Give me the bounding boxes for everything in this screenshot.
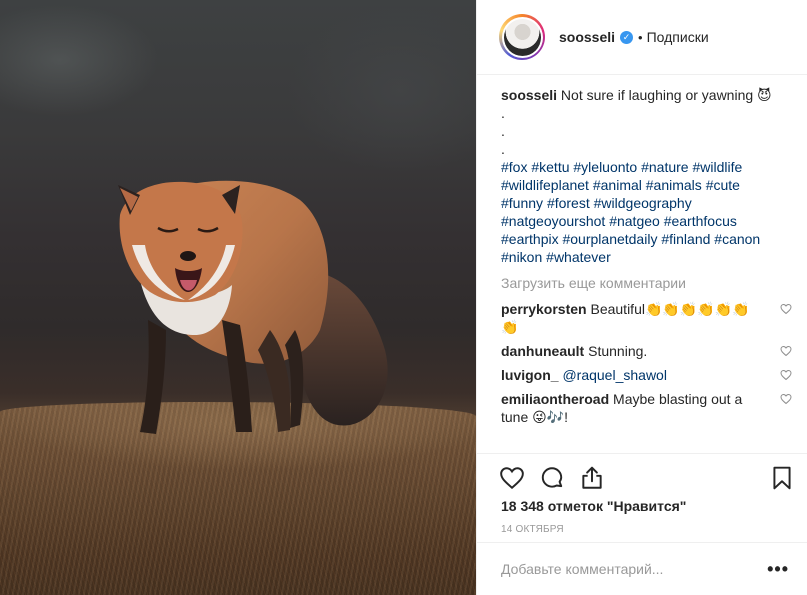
comment-username[interactable]: luvigon_ <box>501 367 559 383</box>
caption-dot: . <box>501 105 505 121</box>
hashtag-link[interactable]: #earthfocus <box>664 213 737 229</box>
likes-count[interactable]: 18 348 отметок "Нравится" <box>501 498 686 514</box>
hashtag-link[interactable]: #cute <box>706 177 740 193</box>
caption-username[interactable]: soosseli <box>501 87 557 103</box>
avatar-image <box>503 18 541 56</box>
comment-username[interactable]: perrykorsten <box>501 301 587 317</box>
hashtag-link[interactable]: #animals <box>646 177 702 193</box>
caption: soosseli Not sure if laughing or yawning… <box>501 86 795 104</box>
hashtag-link[interactable]: #nikon <box>501 249 542 265</box>
header-separator: • <box>638 29 643 45</box>
comment-row: emiliaontheroad Maybe blasting out a tun… <box>501 390 795 426</box>
comment-text: Stunning. <box>588 343 648 359</box>
small-heart-icon[interactable] <box>780 369 792 381</box>
verified-badge-icon: ✓ <box>620 30 634 44</box>
post-actions-bar <box>477 453 807 503</box>
hashtag-link[interactable]: #animal <box>593 177 642 193</box>
heart-icon[interactable] <box>499 465 525 491</box>
post-photo[interactable] <box>0 0 476 595</box>
avatar[interactable] <box>499 14 545 60</box>
hashtag-link[interactable]: #wildgeography <box>594 195 692 211</box>
hashtag-link[interactable]: #yleluonto <box>573 159 637 175</box>
hashtag-link[interactable]: #forest <box>547 195 590 211</box>
caption-hashtags: #fox #kettu #yleluonto #nature #wildlife… <box>501 158 795 266</box>
caption-text: Not sure if laughing or yawning 😈 <box>560 87 772 103</box>
bookmark-icon[interactable] <box>769 465 795 491</box>
add-comment-bar: Добавьте комментарий... ••• <box>477 542 807 595</box>
hashtag-line: #nikon #whatever <box>501 248 795 266</box>
instagram-post: soosseli ✓ • Подписки soosseli Not sure … <box>0 0 807 595</box>
hashtag-line: #natgeoyourshot #natgeo #earthfocus <box>501 212 795 230</box>
hashtag-line: #funny #forest #wildgeography <box>501 194 795 212</box>
caption-dots: . . . <box>501 104 795 158</box>
load-more-comments-button[interactable]: Загрузить еще комментарии <box>501 274 795 292</box>
hashtag-line: #earthpix #ourplanetdaily #finland #cano… <box>501 230 795 248</box>
avatar-border <box>501 16 543 58</box>
comment-username[interactable]: danhuneault <box>501 343 584 359</box>
follow-status-button[interactable]: Подписки <box>647 29 709 45</box>
hashtag-link[interactable]: #finland <box>661 231 710 247</box>
author-username[interactable]: soosseli <box>559 29 615 45</box>
hashtag-link[interactable]: #kettu <box>531 159 569 175</box>
post-header: soosseli ✓ • Подписки <box>477 0 807 75</box>
share-icon[interactable] <box>579 465 605 491</box>
hashtag-link[interactable]: #nature <box>641 159 688 175</box>
hashtag-link[interactable]: #whatever <box>546 249 611 265</box>
hashtag-link[interactable]: #earthpix <box>501 231 559 247</box>
comment-mention-link[interactable]: @raquel_shawol <box>562 367 667 383</box>
hashtag-link[interactable]: #wildlife <box>692 159 742 175</box>
hashtag-link[interactable]: #funny <box>501 195 543 211</box>
hashtag-link[interactable]: #fox <box>501 159 527 175</box>
more-options-icon[interactable]: ••• <box>767 559 789 580</box>
small-heart-icon[interactable] <box>780 345 792 357</box>
comment-row: danhuneault Stunning. <box>501 342 795 360</box>
hashtag-link[interactable]: #wildlifeplanet <box>501 177 589 193</box>
post-date[interactable]: 14 ОКТЯБРЯ <box>501 524 564 535</box>
comment-row: perrykorsten Beautiful👏👏👏👏👏👏👏 <box>501 300 795 336</box>
comments-list[interactable]: soosseli Not sure if laughing or yawning… <box>501 86 795 451</box>
comment-bubble-icon[interactable] <box>539 465 565 491</box>
post-side-panel: soosseli ✓ • Подписки soosseli Not sure … <box>476 0 807 595</box>
hashtag-link[interactable]: #canon <box>714 231 760 247</box>
add-comment-input[interactable]: Добавьте комментарий... <box>501 561 767 577</box>
fox-illustration <box>118 180 388 434</box>
caption-dot: . <box>501 141 505 157</box>
small-heart-icon[interactable] <box>780 393 792 405</box>
hashtag-line: #fox #kettu #yleluonto #nature #wildlife <box>501 158 795 176</box>
caption-dot: . <box>501 123 505 139</box>
hashtag-link[interactable]: #natgeoyourshot <box>501 213 605 229</box>
hashtag-line: #wildlifeplanet #animal #animals #cute <box>501 176 795 194</box>
comment-row: luvigon_ @raquel_shawol <box>501 366 795 384</box>
comment-username[interactable]: emiliaontheroad <box>501 391 609 407</box>
small-heart-icon[interactable] <box>780 303 792 315</box>
hashtag-link[interactable]: #natgeo <box>609 213 660 229</box>
hashtag-link[interactable]: #ourplanetdaily <box>562 231 657 247</box>
